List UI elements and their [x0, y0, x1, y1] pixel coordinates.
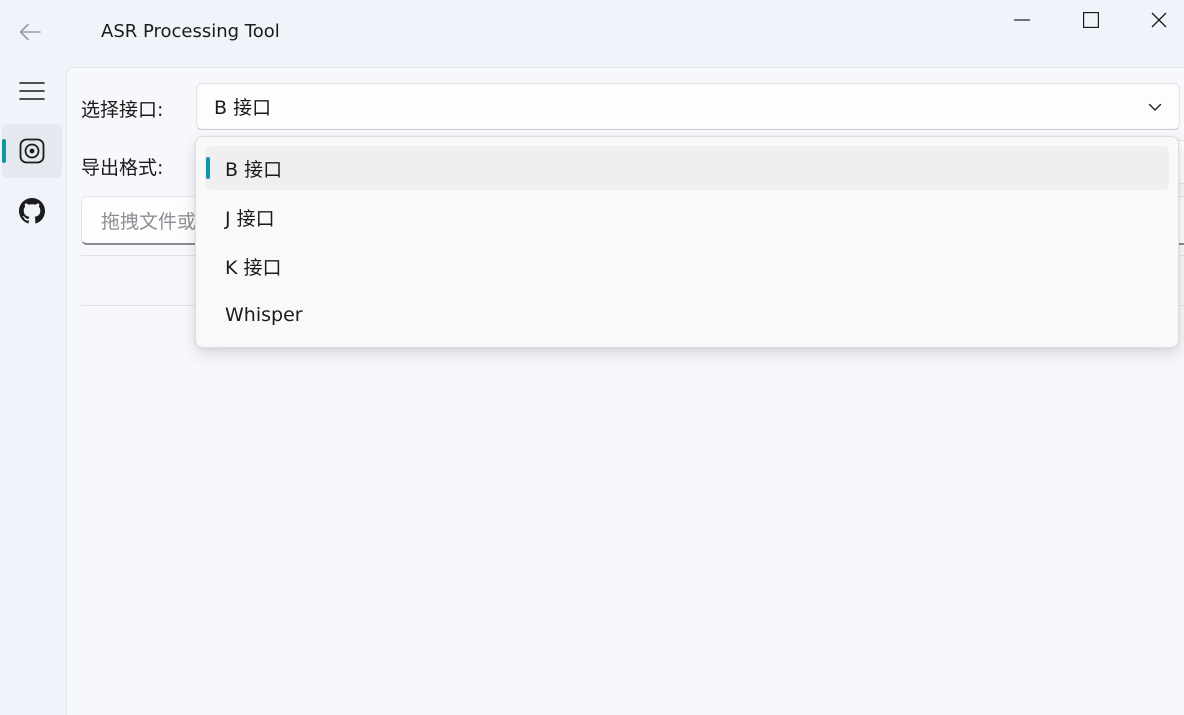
asr-icon [19, 138, 45, 164]
arrow-left-icon [19, 23, 41, 41]
maximize-icon [1083, 12, 1099, 28]
nav-item-github[interactable] [2, 184, 62, 238]
app-window: ASR Processing Tool 选择接口: B 接口 导出格式: 拖拽文… [0, 0, 1184, 715]
api-label: 选择接口: [81, 99, 164, 121]
close-icon [1151, 12, 1167, 28]
github-icon [19, 198, 45, 224]
dropdown-option-k[interactable]: K 接口 [205, 244, 1169, 288]
option-label: J 接口 [225, 207, 275, 230]
selection-indicator [206, 157, 210, 179]
option-label: K 接口 [225, 256, 282, 279]
format-label: 导出格式: [81, 157, 164, 179]
close-button[interactable] [1125, 0, 1184, 40]
minimize-button[interactable] [988, 0, 1056, 40]
dropdown-option-b[interactable]: B 接口 [205, 146, 1169, 190]
api-select[interactable]: B 接口 [196, 83, 1180, 130]
api-select-value: B 接口 [214, 97, 272, 119]
maximize-button[interactable] [1057, 0, 1125, 40]
option-label: Whisper [225, 304, 303, 326]
minimize-icon [1014, 19, 1030, 21]
menu-icon [19, 82, 45, 100]
chevron-down-icon [1148, 103, 1162, 111]
window-title: ASR Processing Tool [101, 21, 280, 42]
dropdown-option-whisper[interactable]: Whisper [205, 293, 1169, 337]
option-label: B 接口 [225, 158, 283, 181]
nav-menu-toggle[interactable] [2, 64, 62, 118]
drop-area-placeholder: 拖拽文件或 [101, 210, 197, 233]
back-button[interactable] [12, 14, 48, 50]
nav-item-asr[interactable] [2, 124, 62, 178]
api-dropdown-menu: B 接口 J 接口 K 接口 Whisper [195, 136, 1179, 348]
selection-indicator [2, 139, 6, 163]
dropdown-option-j[interactable]: J 接口 [205, 195, 1169, 239]
